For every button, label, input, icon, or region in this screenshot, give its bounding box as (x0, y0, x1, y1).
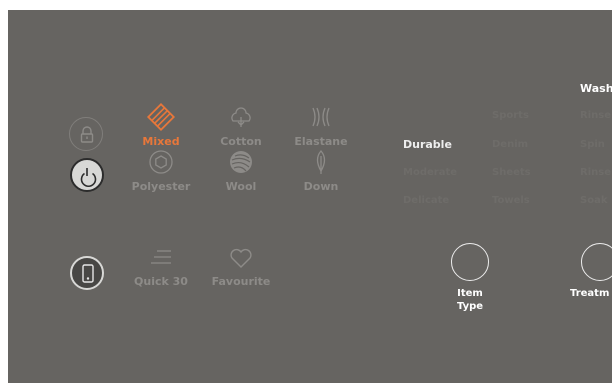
wash-menu-title: Wash (580, 82, 612, 95)
mixed-program[interactable]: Mixed (126, 103, 196, 148)
wash-option[interactable]: Rinse (580, 110, 611, 121)
cotton-program[interactable]: Cotton (206, 103, 276, 148)
power-icon (80, 168, 97, 187)
program-label: Mixed (142, 135, 180, 148)
program-label: Quick 30 (134, 275, 188, 288)
elastane-program[interactable]: Elastane (286, 103, 356, 148)
wash-option[interactable]: Soak (580, 195, 607, 206)
heart-icon (230, 248, 252, 268)
program-label: Favourite (211, 275, 271, 288)
polyester-program[interactable]: Polyester (126, 148, 196, 193)
child-lock-button[interactable] (69, 117, 103, 151)
item-type-option[interactable]: Sheets (492, 167, 531, 178)
treatment-button[interactable] (581, 243, 612, 281)
item-type-option[interactable]: Moderate (403, 167, 457, 178)
favourite-program[interactable]: Favourite (206, 243, 276, 288)
item-type-option[interactable]: Delicate (403, 195, 449, 206)
mixed-icon (146, 103, 176, 131)
program-label: Polyester (131, 180, 191, 193)
item-type-option[interactable]: Towels (492, 195, 530, 206)
wool-icon (230, 151, 252, 173)
program-label: Down (303, 180, 339, 193)
treatment-label: Treatm (570, 288, 610, 299)
down-icon (316, 150, 326, 174)
quick30-program[interactable]: Quick 30 (126, 243, 196, 288)
elastane-icon (312, 107, 330, 127)
item-type-label-line1: Item (457, 288, 483, 299)
quick-icon (151, 250, 171, 264)
item-type-button[interactable] (451, 243, 489, 281)
power-button[interactable] (70, 158, 104, 192)
program-label: Elastane (294, 135, 348, 148)
polyester-icon (149, 150, 173, 174)
item-type-label-line2: Type (456, 301, 484, 312)
phone-icon (82, 264, 94, 283)
down-program[interactable]: Down (286, 148, 356, 193)
program-label: Wool (225, 180, 257, 193)
item-type-label: Item Type (448, 287, 492, 313)
item-type-option[interactable]: Durable (403, 138, 452, 151)
program-label: Cotton (220, 135, 262, 148)
wash-option[interactable]: Spin (580, 139, 605, 150)
remote-start-button[interactable] (70, 256, 104, 290)
cotton-icon (231, 107, 251, 127)
lock-icon (80, 126, 94, 143)
wash-option[interactable]: Rinse (580, 167, 611, 178)
item-type-option[interactable]: Denim (492, 139, 528, 150)
wool-program[interactable]: Wool (206, 148, 276, 193)
control-panel: Mixed Cotton Elastane Polyester Wool Dow… (8, 10, 612, 383)
item-type-option[interactable]: Sports (492, 110, 529, 121)
